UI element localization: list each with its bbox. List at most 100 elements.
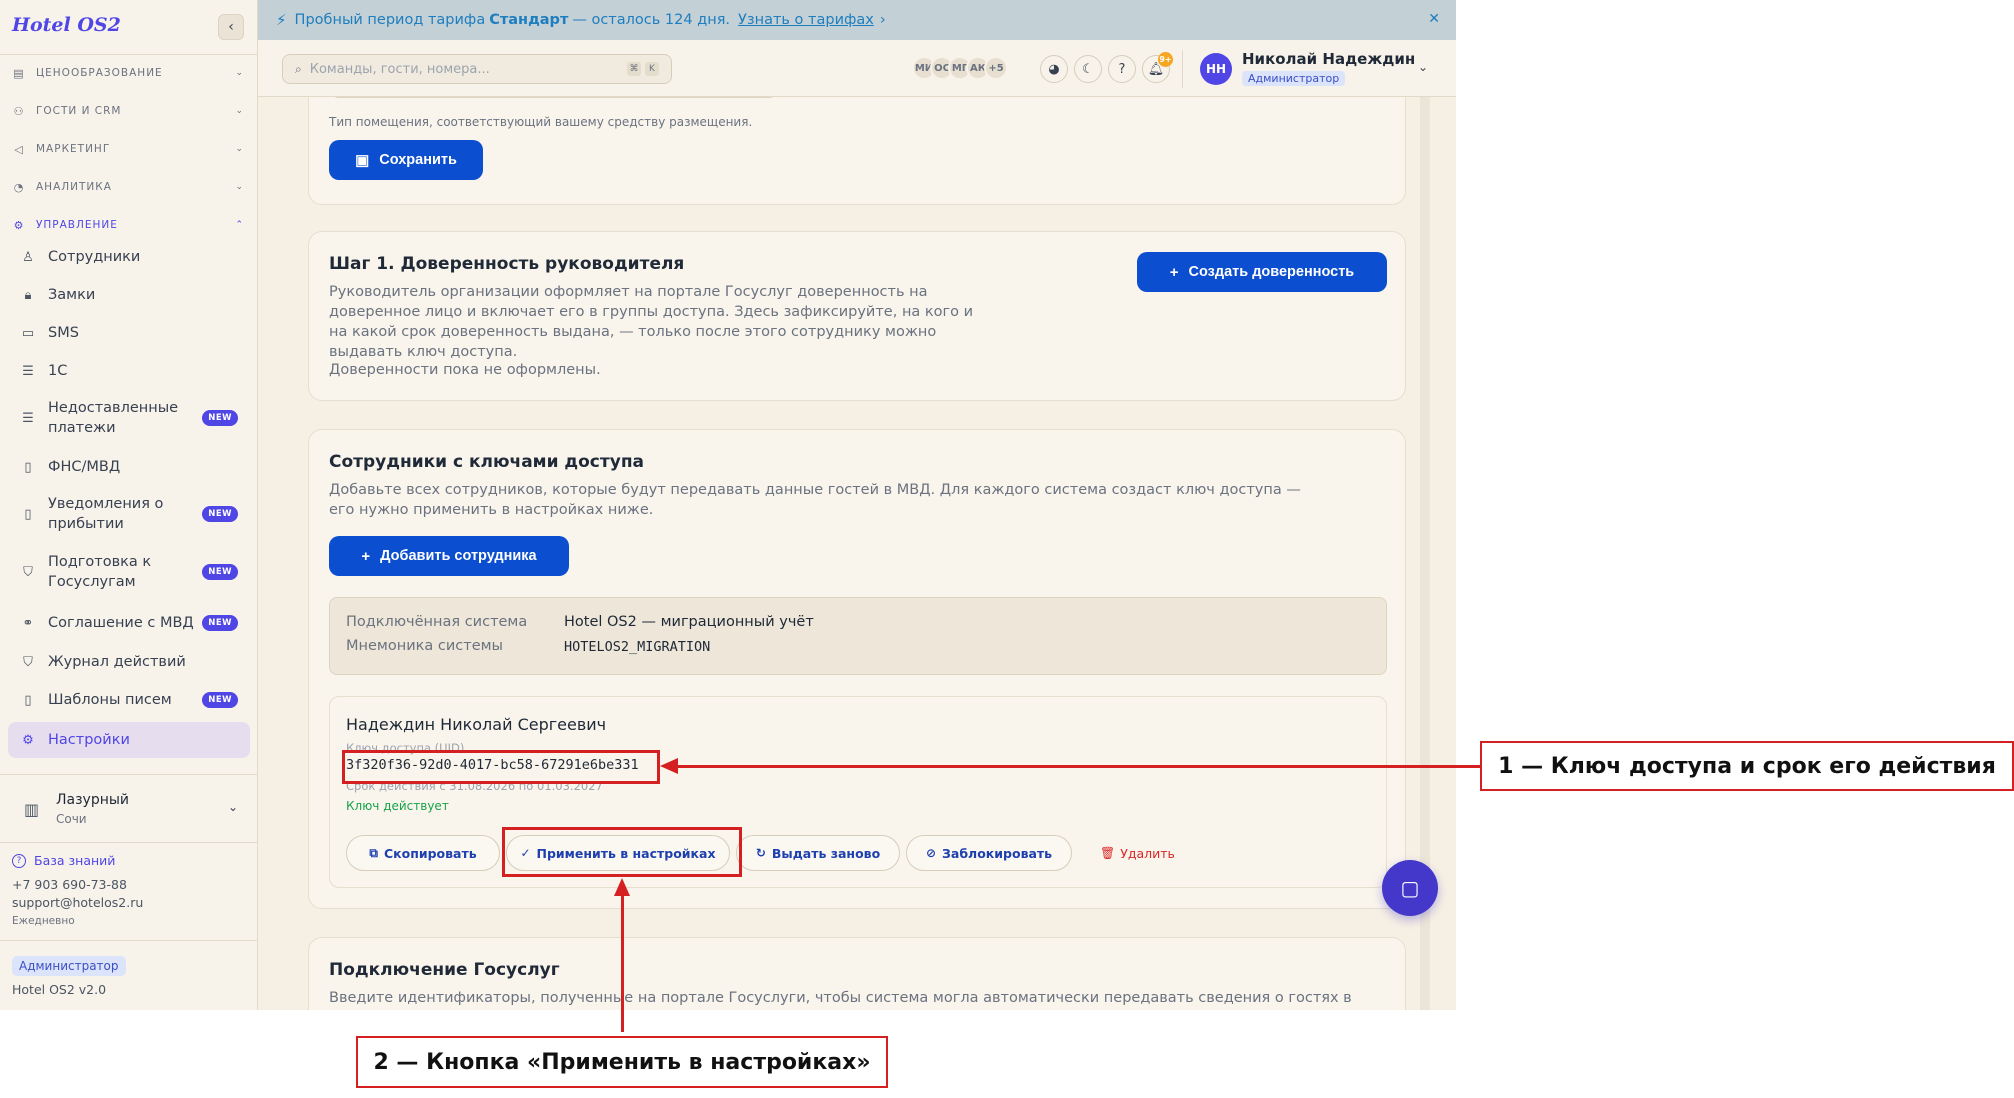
user-name[interactable]: Николай Надеждин — [1242, 50, 1415, 68]
shortcut-key: K — [645, 62, 659, 76]
block-key-button[interactable]: ⊘ Заблокировать — [906, 835, 1072, 871]
help-icon: ? — [1118, 61, 1126, 77]
sidebar-item-sms[interactable]: ▭ SMS — [8, 318, 250, 348]
document-icon: ▯ — [24, 692, 32, 708]
room-type-card: Тип помещения, соответствующий вашему ср… — [308, 97, 1406, 205]
block-label: Заблокировать — [942, 845, 1053, 861]
sidebar-item-label: Соглашение с МВД — [48, 615, 194, 631]
chevron-down-icon: ⌄ — [235, 182, 244, 192]
user-role-badge: Администратор — [1242, 71, 1346, 86]
sidebar-item-fns-mvd[interactable]: ▯ ФНС/МВД — [8, 452, 250, 482]
sidebar-item-locks[interactable]: 🔒︎ Замки — [8, 280, 250, 310]
main-content: Тип помещения, соответствующий вашему ср… — [258, 97, 1456, 1010]
message-icon: ▭ — [21, 325, 35, 341]
banner-prefix: Пробный период тарифа — [294, 12, 486, 28]
sidebar-section-analytics[interactable]: ◔ АНАЛИТИКА ⌄ — [12, 172, 244, 202]
gear-icon: ⚙ — [13, 218, 25, 232]
moon-icon: ☾ — [1082, 61, 1094, 77]
annotation-callout-1: 1 — Ключ доступа и срок его действия — [1480, 741, 2014, 791]
help-button[interactable]: ? — [1108, 55, 1136, 83]
close-icon[interactable]: ✕ — [1428, 11, 1440, 27]
chevron-left-icon: ‹ — [228, 19, 234, 35]
sidebar-item-mvd-agreement[interactable]: ⚭ Соглашение с МВД NEW — [8, 608, 250, 638]
chevron-down-icon[interactable]: ⌄ — [1418, 60, 1428, 74]
command-search[interactable]: ⌕ Команды, гости, номера... ⌘ K — [282, 54, 672, 84]
database-icon: ☰ — [22, 363, 34, 379]
lock-icon: 🔒︎ — [24, 287, 32, 303]
divider — [0, 54, 258, 55]
reissue-key-button[interactable]: ↻ Выдать заново — [736, 835, 900, 871]
sidebar-item-gosuslugi-prep[interactable]: ⛉ Подготовка к Госуслугам NEW — [8, 550, 250, 594]
chevron-down-icon: ⌄ — [235, 106, 244, 116]
divider — [0, 774, 258, 775]
chevron-down-icon: ⌄ — [235, 144, 244, 154]
mnemonic-value: HOTELOS2_MIGRATION — [564, 639, 711, 655]
annotation-callout-2: 2 — Кнопка «Применить в настройках» — [356, 1036, 888, 1088]
save-button[interactable]: ▣ Сохранить — [329, 140, 483, 180]
user-icon: ♙ — [22, 249, 34, 265]
divider — [1182, 50, 1183, 88]
collapse-sidebar-button[interactable]: ‹ — [218, 14, 244, 40]
delete-key-button[interactable]: 🗑︎ Удалить — [1100, 835, 1175, 871]
sidebar-item-employees[interactable]: ♙ Сотрудники — [8, 242, 250, 272]
palette-icon: ◕ — [1048, 61, 1060, 77]
app-version: Hotel OS2 v2.0 — [12, 982, 107, 997]
step1-title: Шаг 1. Доверенность руководителя — [329, 254, 685, 274]
plus-icon: + — [361, 547, 371, 565]
hotel-selector[interactable]: ▥ Лазурный Сочи ⌄ — [22, 790, 242, 830]
sidebar-section-guests-crm[interactable]: ⚇ ГОСТИ И CRM ⌄ — [12, 96, 244, 126]
sidebar-section-pricing[interactable]: ▤ ЦЕНООБРАЗОВАНИЕ ⌄ — [12, 58, 244, 88]
annotation-arrow-2 — [621, 888, 624, 1032]
support-schedule: Ежедневно — [12, 915, 75, 927]
employee-key-card: Надеждин Николай Сергеевич Ключ доступа … — [329, 696, 1387, 888]
new-badge: NEW — [202, 410, 238, 426]
sidebar-item-action-log[interactable]: ⛉ Журнал действий — [8, 647, 250, 677]
gosuslugi-description: Введите идентификаторы, полученные на по… — [329, 990, 1352, 1006]
section-label: УПРАВЛЕНИЕ — [36, 219, 118, 231]
step1-description: Руководитель организации оформляет на по… — [329, 284, 974, 360]
gosuslugi-connection-card: Подключение Госуслуг Введите идентификат… — [308, 937, 1406, 1010]
sidebar-item-label: 1С — [48, 363, 68, 379]
sidebar-item-email-templates[interactable]: ▯ Шаблоны писем NEW — [8, 685, 250, 715]
pricing-link[interactable]: Узнать о тарифах — [738, 12, 874, 28]
sidebar-item-label: Замки — [48, 287, 96, 303]
sidebar-item-undelivered-payments[interactable]: ☰ Недоставленные платежи NEW — [8, 396, 250, 440]
highlight-apply-button — [502, 827, 742, 877]
system-value: Hotel OS2 — миграционный учёт — [564, 614, 814, 630]
create-attorney-button[interactable]: + Создать доверенность — [1137, 252, 1387, 292]
chat-button[interactable]: ▢ — [1382, 860, 1438, 916]
copy-key-button[interactable]: ⧉ Скопировать — [346, 835, 500, 871]
dark-mode-button[interactable]: ☾ — [1074, 55, 1102, 83]
add-employee-button[interactable]: + Добавить сотрудника — [329, 536, 569, 576]
chevron-right-icon: › — [879, 12, 886, 28]
theme-palette-button[interactable]: ◕ — [1040, 55, 1068, 83]
trash-icon: 🗑︎ — [1100, 846, 1116, 860]
employee-name: Надеждин Николай Сергеевич — [346, 715, 607, 734]
support-phone[interactable]: +7 903 690-73-88 — [12, 877, 127, 892]
arrow-head-left-icon — [660, 758, 678, 774]
sidebar-item-label: SMS — [48, 325, 79, 341]
section-label: ГОСТИ И CRM — [36, 105, 122, 117]
sidebar-section-marketing[interactable]: ◁ МАРКЕТИНГ ⌄ — [12, 134, 244, 164]
sidebar-item-arrival-notifications[interactable]: ▯ Уведомления о прибытии NEW — [8, 492, 250, 536]
knowledge-base-link[interactable]: ? База знаний — [12, 853, 115, 868]
user-avatar[interactable]: НН — [1200, 53, 1232, 85]
delete-label: Удалить — [1120, 845, 1175, 861]
new-badge: NEW — [202, 564, 238, 580]
room-type-select[interactable] — [329, 97, 779, 98]
divider — [0, 842, 258, 843]
sidebar-item-settings[interactable]: ⚙ Настройки — [8, 722, 250, 758]
chat-icon: ▢ — [1400, 876, 1420, 900]
reissue-label: Выдать заново — [771, 845, 881, 861]
sidebar: Hotel OS2 ‹ ▤ ЦЕНООБРАЗОВАНИЕ ⌄ ⚇ ГОСТИ … — [0, 0, 258, 1010]
plus-icon: + — [1169, 263, 1179, 281]
shield-icon: ⛉ — [23, 654, 33, 670]
pie-chart-icon: ◔ — [13, 180, 25, 194]
search-icon: ⌕ — [295, 61, 302, 76]
knowledge-base-label: База знаний — [34, 853, 116, 868]
support-email[interactable]: support@hotelos2.ru — [12, 895, 143, 910]
online-users[interactable]: МИ ОС МГ АК +5 — [912, 56, 1008, 80]
sidebar-section-management[interactable]: ⚙ УПРАВЛЕНИЕ ⌃ — [12, 210, 244, 240]
sidebar-item-1c[interactable]: ☰ 1С — [8, 356, 250, 386]
new-badge: NEW — [202, 506, 238, 522]
